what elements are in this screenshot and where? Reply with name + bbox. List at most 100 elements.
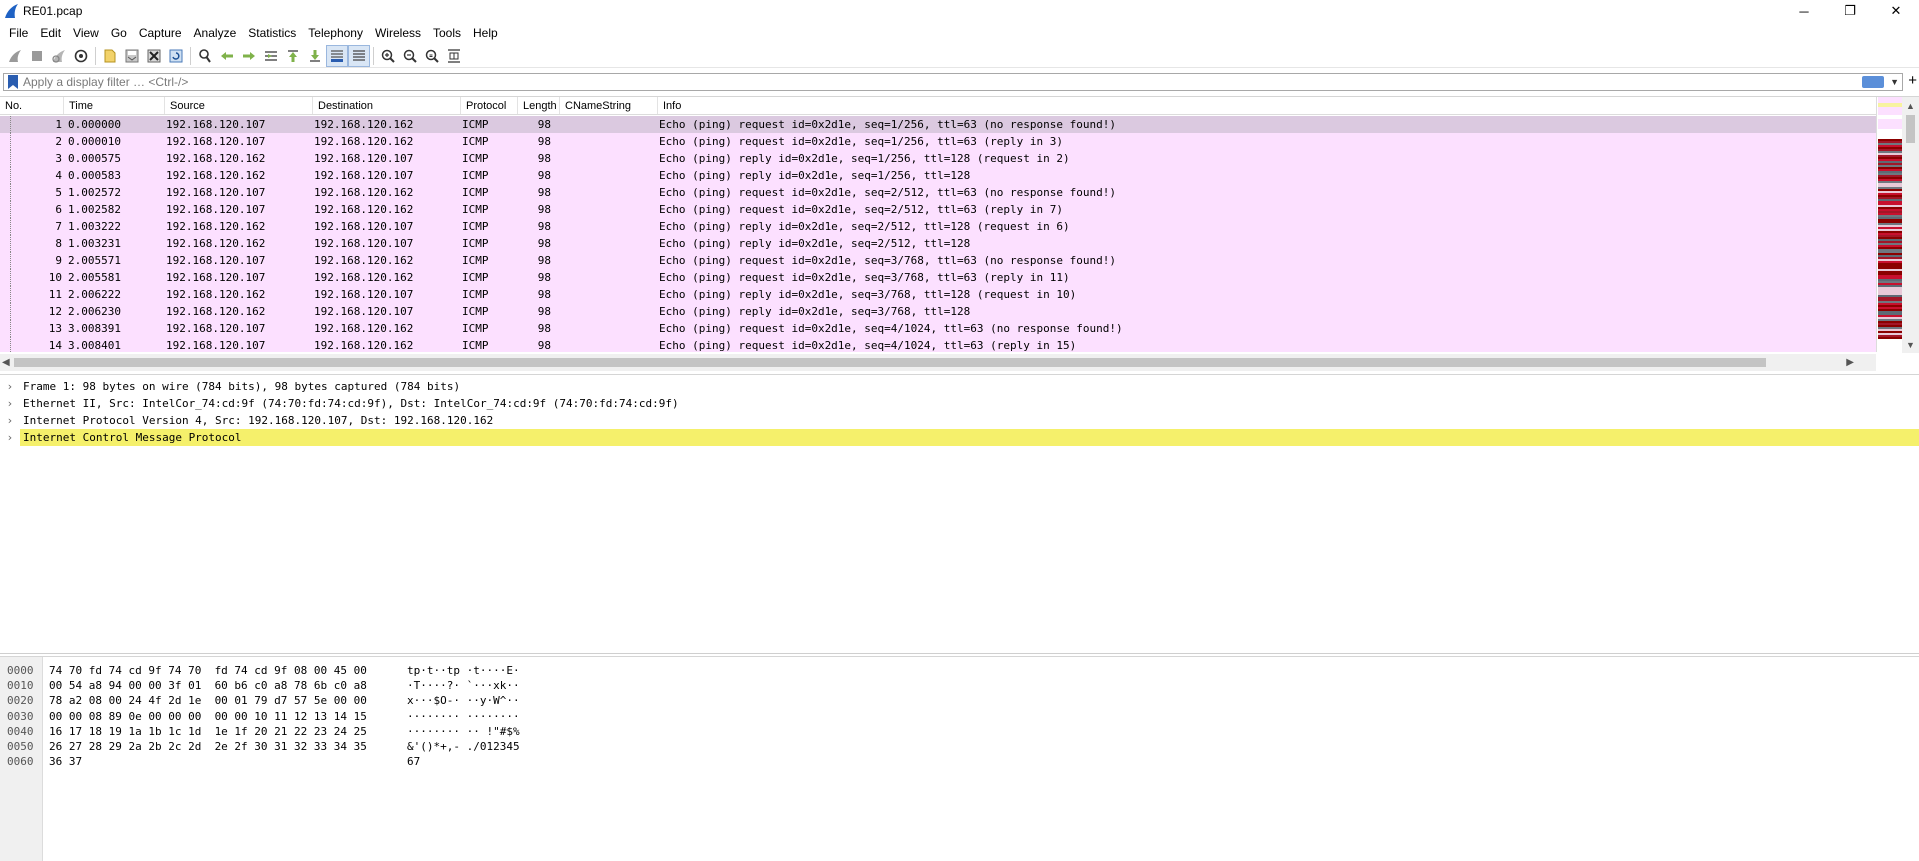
menu-file[interactable]: File [3, 22, 34, 44]
scroll-right-icon[interactable]: ▶ [1846, 354, 1854, 371]
bytes-ascii[interactable]: ·T····?· `···xk·· [407, 678, 520, 693]
horizontal-scroll-thumb[interactable] [14, 358, 1766, 367]
menu-help[interactable]: Help [467, 22, 504, 44]
detail-tree-item[interactable]: › Internet Protocol Version 4, Src: 192.1… [0, 412, 1919, 429]
bytes-hex[interactable]: 36 37 [49, 754, 82, 769]
packet-row[interactable]: 3 0.000575 192.168.120.162 192.168.120.107 I… [0, 150, 1876, 167]
zoom-reset-button[interactable] [421, 45, 443, 67]
packet-minimap[interactable] [1876, 97, 1902, 352]
capture-options-button[interactable] [70, 45, 92, 67]
column-header-length[interactable]: Length [518, 97, 560, 114]
resize-columns-button[interactable] [443, 45, 465, 67]
column-header-protocol[interactable]: Protocol [461, 97, 518, 114]
menu-wireless[interactable]: Wireless [369, 22, 427, 44]
go-back-button[interactable] [216, 45, 238, 67]
bytes-offset[interactable]: 0020 [7, 693, 34, 708]
packet-row[interactable]: 7 1.003222 192.168.120.162 192.168.120.107 I… [0, 218, 1876, 235]
expand-chevron-icon[interactable]: › [0, 412, 20, 429]
packet-row[interactable]: 9 2.005571 192.168.120.107 192.168.120.162 I… [0, 252, 1876, 269]
packet-row[interactable]: 13 3.008391 192.168.120.107 192.168.120.162… [0, 320, 1876, 337]
scroll-left-icon[interactable]: ◀ [2, 354, 10, 371]
packet-list-vertical-scrollbar[interactable]: ▲ ▼ [1902, 97, 1919, 353]
bytes-offset[interactable]: 0060 [7, 754, 34, 769]
bytes-ascii[interactable]: &'()*+,- ./012345 [407, 739, 520, 754]
reload-file-button[interactable] [165, 45, 187, 67]
bytes-ascii[interactable]: ········ ········ [407, 709, 520, 724]
menu-go[interactable]: Go [105, 22, 133, 44]
scroll-thumb[interactable] [1906, 115, 1915, 143]
colorize-button[interactable] [348, 44, 370, 67]
go-forward-button[interactable] [238, 45, 260, 67]
start-capture-button[interactable] [4, 45, 26, 67]
detail-tree-item[interactable]: › Ethernet II, Src: IntelCor_74:cd:9f (74… [0, 395, 1919, 412]
menu-telephony[interactable]: Telephony [302, 22, 369, 44]
column-header-info[interactable]: Info [658, 97, 1876, 114]
scroll-down-icon[interactable]: ▼ [1902, 336, 1919, 353]
go-last-button[interactable] [304, 45, 326, 67]
packet-row[interactable]: 11 2.006222 192.168.120.162 192.168.120.107… [0, 286, 1876, 303]
packet-row[interactable]: 2 0.000010 192.168.120.107 192.168.120.162 I… [0, 133, 1876, 150]
zoom-out-button[interactable] [399, 45, 421, 67]
packet-row[interactable]: 14 3.008401 192.168.120.107 192.168.120.162… [0, 337, 1876, 352]
packet-row[interactable]: 1 0.000000 192.168.120.107 192.168.120.162 I… [0, 116, 1876, 133]
close-button[interactable]: ✕ [1873, 0, 1919, 22]
menu-view[interactable]: View [67, 22, 105, 44]
restart-capture-button[interactable] [48, 45, 70, 67]
restore-button[interactable]: ❐ [1827, 0, 1873, 22]
packet-row[interactable]: 8 1.003231 192.168.120.162 192.168.120.107 I… [0, 235, 1876, 252]
add-filter-button[interactable]: + [1908, 72, 1917, 90]
bytes-hex[interactable]: 26 27 28 29 2a 2b 2c 2d 2e 2f 30 31 32 3… [49, 739, 367, 754]
close-file-button[interactable] [143, 45, 165, 67]
column-header-destination[interactable]: Destination [313, 97, 461, 114]
column-header-time[interactable]: Time [64, 97, 165, 114]
column-header-no[interactable]: No. [0, 97, 64, 114]
expand-chevron-icon[interactable]: › [0, 395, 20, 412]
autoscroll-button[interactable] [326, 44, 348, 67]
packet-row[interactable]: 6 1.002582 192.168.120.107 192.168.120.162 I… [0, 201, 1876, 218]
bytes-offset[interactable]: 0010 [7, 678, 34, 693]
apply-filter-arrow-icon[interactable] [1862, 76, 1884, 88]
bytes-hex[interactable]: 00 54 a8 94 00 00 3f 01 60 b6 c0 a8 78 6… [49, 678, 367, 693]
minimize-button[interactable]: ─ [1781, 0, 1827, 22]
menu-tools[interactable]: Tools [427, 22, 467, 44]
column-header-source[interactable]: Source [165, 97, 313, 114]
menu-edit[interactable]: Edit [34, 22, 67, 44]
packet-row[interactable]: 5 1.002572 192.168.120.107 192.168.120.162 I… [0, 184, 1876, 201]
bytes-offset[interactable]: 0040 [7, 724, 34, 739]
packet-list-horizontal-scrollbar[interactable]: ◀ ▶ [0, 354, 1876, 371]
go-to-packet-button[interactable] [260, 45, 282, 67]
filter-dropdown-icon[interactable]: ▼ [1890, 74, 1899, 90]
packet-row[interactable]: 12 2.006230 192.168.120.162 192.168.120.107… [0, 303, 1876, 320]
detail-tree-item[interactable]: › Frame 1: 98 bytes on wire (784 bits), 9… [0, 378, 1919, 395]
menu-statistics[interactable]: Statistics [242, 22, 302, 44]
bytes-ascii[interactable]: x···$O-· ··y·W^·· [407, 693, 520, 708]
packet-row[interactable]: 4 0.000583 192.168.120.162 192.168.120.107 I… [0, 167, 1876, 184]
go-first-button[interactable] [282, 45, 304, 67]
menu-capture[interactable]: Capture [133, 22, 188, 44]
bytes-offset[interactable]: 0050 [7, 739, 34, 754]
bytes-ascii[interactable]: 67 [407, 754, 420, 769]
bytes-ascii[interactable]: ········ ·· !"#$% [407, 724, 520, 739]
stop-capture-button[interactable] [26, 45, 48, 67]
bytes-offset[interactable]: 0000 [7, 663, 34, 678]
detail-tree-item[interactable]: › Internet Control Message Protocol [0, 429, 1919, 446]
expand-chevron-icon[interactable]: › [0, 429, 20, 446]
bytes-hex[interactable]: 74 70 fd 74 cd 9f 74 70 fd 74 cd 9f 08 0… [49, 663, 367, 678]
bookmark-icon[interactable] [7, 75, 19, 89]
open-file-button[interactable] [99, 45, 121, 67]
save-file-button[interactable] [121, 45, 143, 67]
menu-analyze[interactable]: Analyze [188, 22, 243, 44]
expand-chevron-icon[interactable]: › [0, 378, 20, 395]
display-filter-input[interactable] [23, 75, 1902, 89]
bytes-offset[interactable]: 0030 [7, 709, 34, 724]
scroll-up-icon[interactable]: ▲ [1902, 97, 1919, 114]
packet-row[interactable]: 10 2.005581 192.168.120.107 192.168.120.162… [0, 269, 1876, 286]
bytes-hex[interactable]: 00 00 08 89 0e 00 00 00 00 00 10 11 12 1… [49, 709, 367, 724]
bytes-hex[interactable]: 16 17 18 19 1a 1b 1c 1d 1e 1f 20 21 22 2… [49, 724, 367, 739]
find-packet-button[interactable] [194, 45, 216, 67]
column-header-cnamestring[interactable]: CNameString [560, 97, 658, 114]
shark-start-icon [9, 49, 21, 62]
zoom-in-button[interactable] [377, 45, 399, 67]
bytes-ascii[interactable]: tp·t··tp ·t····E· [407, 663, 520, 678]
bytes-hex[interactable]: 78 a2 08 00 24 4f 2d 1e 00 01 79 d7 57 5… [49, 693, 367, 708]
